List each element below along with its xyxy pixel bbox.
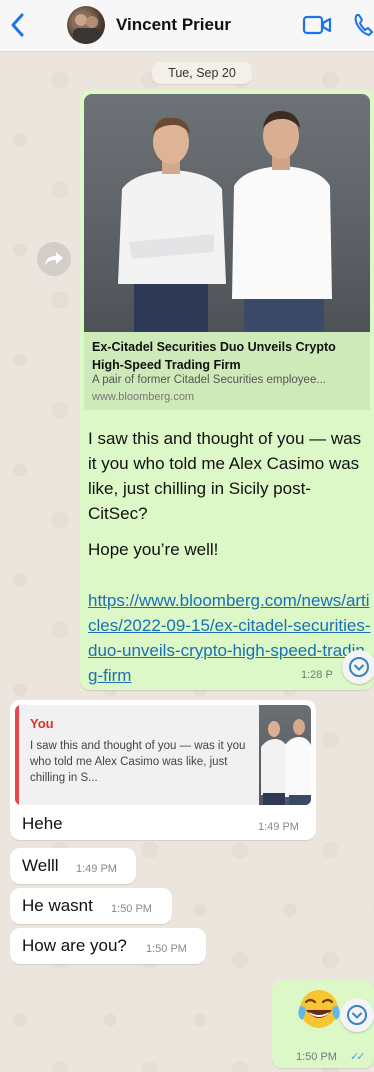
laughing-tears-emoji-icon (298, 990, 340, 1028)
message-text: I saw this and thought of you — was it y… (88, 429, 362, 523)
chevron-left-icon[interactable] (6, 10, 30, 40)
phone-icon[interactable] (352, 12, 374, 38)
message-time: 1:50 PM (296, 1051, 337, 1063)
incoming-message-bubble[interactable]: Welll 1:49 PM (10, 848, 136, 884)
contact-name[interactable]: Vincent Prieur (116, 15, 231, 35)
message-text: He wasnt (22, 896, 93, 915)
message-time: 1:50 PM (146, 943, 187, 955)
date-separator: Tue, Sep 20 (152, 62, 252, 84)
message-text: How are you? (22, 936, 127, 955)
chevron-down-icon (347, 1005, 367, 1025)
quoted-text: I saw this and thought of you — was it y… (30, 740, 246, 784)
incoming-message-bubble[interactable]: He wasnt 1:50 PM (10, 888, 172, 924)
forward-button[interactable] (37, 242, 71, 276)
outgoing-message-bubble[interactable]: Ex-Citadel Securities Duo Unveils Crypto… (80, 90, 374, 690)
link-preview-description: A pair of former Citadel Securities empl… (92, 374, 326, 386)
message-text: Welll (22, 856, 59, 875)
forward-arrow-icon (45, 252, 63, 265)
read-receipt-icon: ✓✓ (350, 1051, 366, 1063)
message-time: 1:28 P (301, 669, 333, 681)
message-time: 1:50 PM (111, 903, 152, 915)
quote-accent-bar (15, 705, 19, 805)
video-call-icon[interactable] (302, 14, 332, 36)
chevron-down-icon (349, 657, 369, 677)
message-text-2: Hope you’re well! (88, 540, 219, 559)
message-time: 1:49 PM (76, 863, 117, 875)
quoted-message[interactable]: You I saw this and thought of you — was … (15, 705, 311, 805)
quoted-thumbnail (259, 705, 311, 805)
link-preview-image[interactable] (84, 94, 370, 332)
message-time: 1:49 PM (258, 821, 299, 833)
message-text: Hehe (22, 814, 63, 833)
incoming-message-bubble[interactable]: How are you? 1:50 PM (10, 928, 206, 964)
chat-header: Vincent Prieur (0, 0, 374, 52)
link-preview-title: Ex-Citadel Securities Duo Unveils Crypto… (92, 340, 336, 372)
message-options-button[interactable] (342, 650, 374, 684)
avatar[interactable] (67, 6, 105, 44)
link-preview[interactable]: Ex-Citadel Securities Duo Unveils Crypto… (84, 332, 370, 410)
incoming-message-bubble[interactable]: You I saw this and thought of you — was … (10, 700, 316, 840)
message-options-button[interactable] (340, 998, 374, 1032)
quoted-author: You (30, 716, 54, 731)
link-preview-domain: www.bloomberg.com (92, 391, 195, 403)
